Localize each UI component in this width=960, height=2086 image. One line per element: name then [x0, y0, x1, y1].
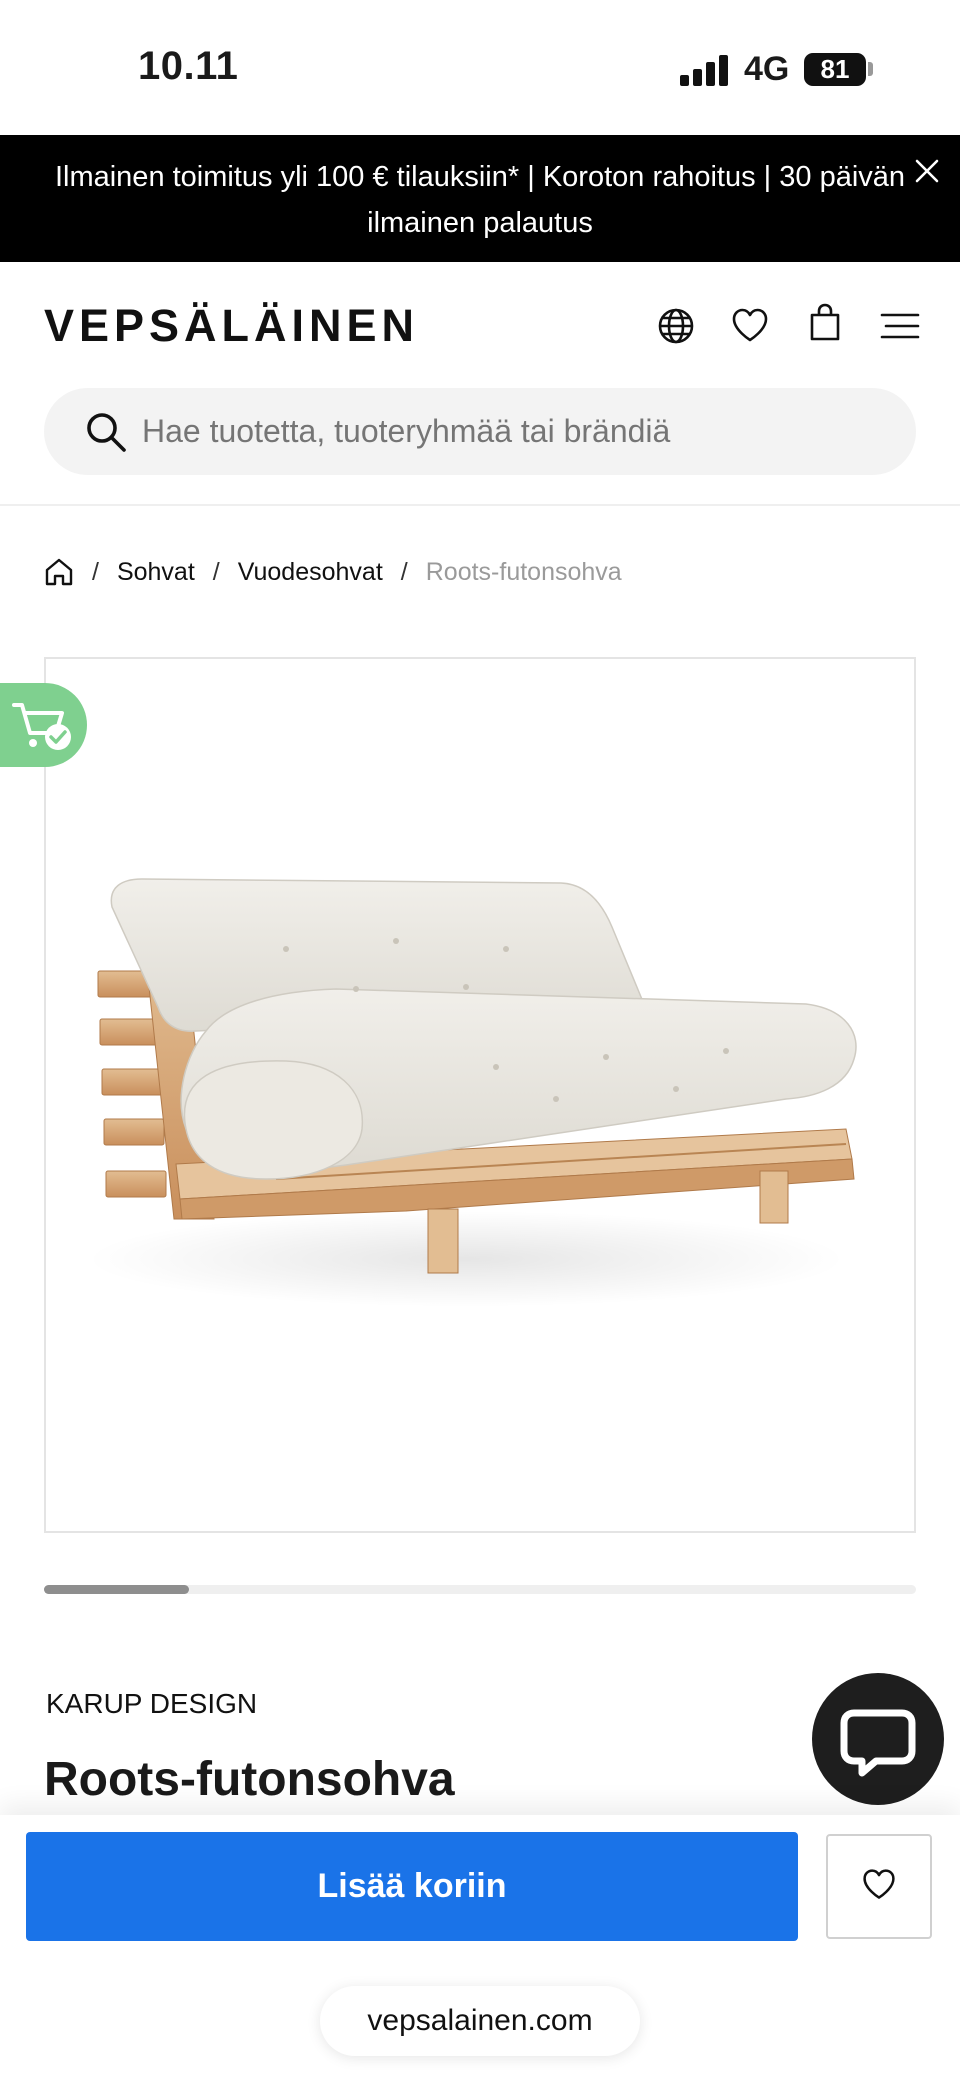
heart-icon[interactable]	[730, 306, 770, 346]
promo-banner: Ilmainen toimitus yli 100 € tilauksiin* …	[0, 135, 960, 262]
search-icon	[87, 413, 126, 452]
status-time: 10.11	[138, 44, 239, 88]
cellular-signal-icon	[680, 54, 730, 86]
carousel-progress[interactable]	[44, 1585, 916, 1594]
menu-icon[interactable]	[880, 306, 920, 346]
futon-sofa-illustration	[86, 878, 857, 1307]
header-divider	[0, 504, 960, 506]
site-logo[interactable]: VEPSÄLÄINEN	[44, 300, 419, 352]
cart-added-badge[interactable]	[0, 683, 87, 767]
heart-icon	[863, 1869, 895, 1899]
search-input[interactable]	[142, 388, 882, 475]
wishlist-button[interactable]	[826, 1834, 932, 1939]
url-bar[interactable]: vepsalainen.com	[320, 1986, 640, 2056]
home-icon[interactable]	[44, 557, 74, 587]
cart-check-icon	[12, 703, 71, 750]
product-brand[interactable]: KARUP DESIGN	[46, 1688, 257, 1720]
status-bar: 10.11 4G 81	[0, 0, 960, 135]
chat-button[interactable]	[812, 1673, 944, 1805]
product-title: Roots-futonsohva	[44, 1753, 455, 1806]
product-image[interactable]	[44, 657, 916, 1533]
search-bar[interactable]	[44, 388, 916, 475]
breadcrumb-separator: /	[400, 557, 408, 586]
network-type: 4G	[744, 50, 790, 88]
breadcrumb-sohvat[interactable]: Sohvat	[117, 558, 195, 587]
globe-icon[interactable]	[656, 306, 696, 346]
breadcrumb-separator: /	[92, 557, 99, 586]
close-icon[interactable]	[912, 156, 942, 186]
chat-bubble-icon	[840, 1709, 916, 1777]
breadcrumb-vuodesohvat[interactable]: Vuodesohvat	[238, 558, 383, 587]
battery-tip	[868, 62, 873, 76]
shopping-bag-icon[interactable]	[805, 302, 845, 342]
breadcrumb-current: Roots-futonsohva	[425, 557, 622, 586]
battery-icon: 81	[804, 53, 866, 86]
promo-text: Ilmainen toimitus yli 100 € tilauksiin* …	[54, 161, 906, 239]
carousel-progress-fill	[44, 1585, 189, 1594]
breadcrumb: / Sohvat / Vuodesohvat / Roots-futonsohv…	[44, 554, 622, 590]
breadcrumb-separator: /	[212, 557, 220, 586]
add-to-cart-button[interactable]: Lisää koriin	[26, 1832, 798, 1941]
